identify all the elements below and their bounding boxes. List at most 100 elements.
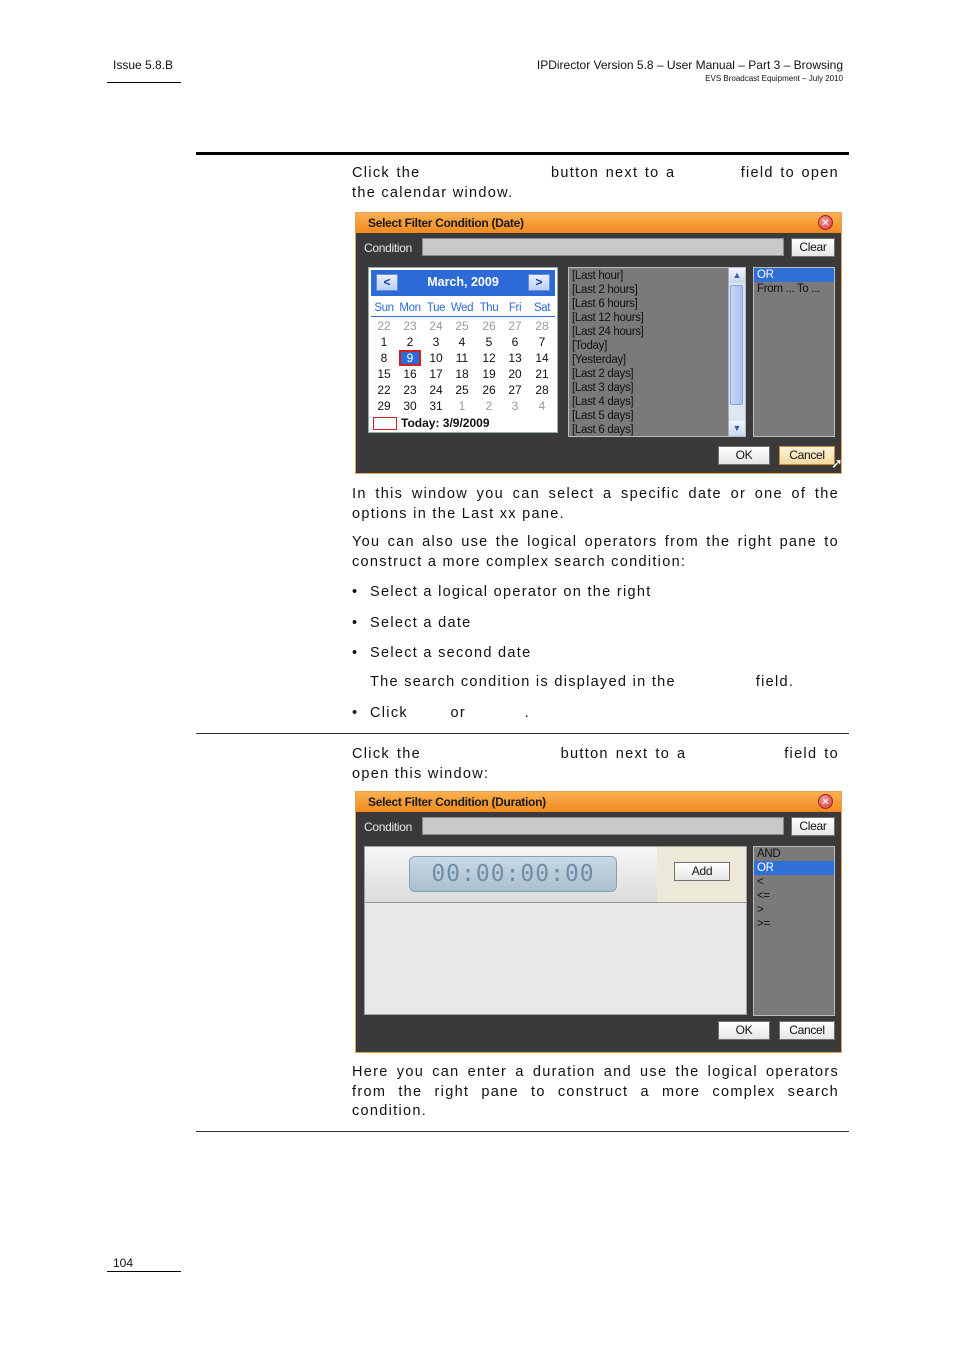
weekday-label: Thu (479, 302, 499, 314)
next-month-button[interactable]: > (528, 274, 550, 291)
table-top-rule (196, 152, 849, 155)
calendar-day[interactable]: 26 (476, 318, 502, 334)
calendar-day[interactable]: 25 (449, 318, 475, 334)
calendar-day[interactable]: 16 (397, 366, 423, 382)
calendar-day[interactable]: 10 (423, 350, 449, 366)
operator-item[interactable]: > (754, 903, 834, 917)
calendar-day[interactable]: 1 (371, 334, 397, 350)
table-row-divider (196, 733, 849, 734)
last-option-item[interactable]: [Last 6 hours] (569, 297, 745, 311)
calendar-day[interactable]: 22 (371, 318, 397, 334)
calendar-day[interactable]: 6 (502, 334, 528, 350)
timecode-input[interactable]: 00:00:00:00 (409, 856, 617, 892)
calendar-day[interactable]: 22 (371, 382, 397, 398)
last-option-item[interactable]: [Last 24 hours] (569, 325, 745, 339)
calendar-day[interactable]: 19 (476, 366, 502, 382)
operators-pane[interactable]: OR From ... To ... (753, 267, 835, 437)
today-marker-icon (373, 417, 397, 431)
calendar-day[interactable]: 26 (476, 382, 502, 398)
calendar-day[interactable]: 4 (449, 334, 475, 350)
calendar-day[interactable]: 24 (423, 382, 449, 398)
last-option-item[interactable]: [Last hour] (569, 269, 745, 283)
calendar-day[interactable]: 31 (423, 398, 449, 414)
bullet-item: • Select a date (352, 615, 472, 631)
calendar-day[interactable]: 29 (371, 398, 397, 414)
add-button[interactable]: Add (674, 862, 730, 881)
calendar-day[interactable]: 4 (529, 398, 555, 414)
calendar-day[interactable]: 23 (397, 382, 423, 398)
condition-input[interactable] (422, 817, 784, 835)
last-option-item[interactable]: [Today] (569, 339, 745, 353)
row2-intro-line1: Click the button next to a field to (352, 746, 839, 762)
calendar-day[interactable]: 28 (529, 382, 555, 398)
table-bottom-rule (196, 1131, 849, 1132)
calendar-day[interactable]: 9 (399, 350, 421, 366)
last-option-item[interactable]: [Yesterday] (569, 353, 745, 367)
operator-item[interactable]: OR (754, 861, 834, 875)
calendar-day[interactable]: 20 (502, 366, 528, 382)
operators-pane[interactable]: AND OR < <= > >= (753, 846, 835, 1016)
calendar-day[interactable]: 3 (502, 398, 528, 414)
calendar-day[interactable]: 8 (371, 350, 397, 366)
operator-item[interactable]: < (754, 875, 834, 889)
operator-item[interactable]: <= (754, 889, 834, 903)
page-number: 104 (113, 1256, 134, 1270)
calendar-day[interactable]: 21 (529, 366, 555, 382)
operator-item[interactable]: OR (754, 268, 834, 282)
last-option-item[interactable]: [Last 12 hours] (569, 311, 745, 325)
calendar-day[interactable]: 2 (476, 398, 502, 414)
calendar-day[interactable]: 14 (529, 350, 555, 366)
calendar-day[interactable]: 15 (371, 366, 397, 382)
scroll-up-icon[interactable]: ▲ (729, 268, 745, 283)
calendar-day[interactable]: 12 (476, 350, 502, 366)
calendar-day[interactable]: 5 (476, 334, 502, 350)
condition-input[interactable] (422, 238, 784, 256)
calendar-day[interactable]: 27 (502, 318, 528, 334)
operator-item[interactable]: >= (754, 917, 834, 931)
calendar-day[interactable]: 23 (397, 318, 423, 334)
row2-intro: Click the button next to a field to open… (352, 744, 839, 784)
ok-button[interactable]: OK (718, 446, 770, 465)
calendar-day[interactable]: 11 (449, 350, 475, 366)
weekday-label: Sat (533, 302, 551, 314)
calendar-day[interactable]: 25 (449, 382, 475, 398)
clear-button[interactable]: Clear (791, 817, 835, 836)
calendar-day[interactable]: 7 (529, 334, 555, 350)
calendar-day[interactable]: 17 (423, 366, 449, 382)
bullet-item: • Select a second date (352, 645, 532, 661)
today-link[interactable]: Today: 3/9/2009 (373, 416, 490, 431)
last-options-pane[interactable]: [Last hour] [Last 2 hours] [Last 6 hours][… (568, 267, 746, 437)
close-icon[interactable]: ✕ (818, 794, 833, 809)
scroll-thumb[interactable] (730, 285, 743, 405)
last-option-item[interactable]: [Last 6 days] (569, 423, 745, 436)
cancel-button[interactable]: Cancel (779, 1021, 835, 1040)
calendar-day[interactable]: 3 (423, 334, 449, 350)
calendar-day[interactable]: 2 (397, 334, 423, 350)
last-option-item[interactable]: [Last 3 days] (569, 381, 745, 395)
calendar-day[interactable]: 1 (449, 398, 475, 414)
close-icon[interactable]: ✕ (818, 215, 833, 230)
row2-para: Here you can enter a duration and use th… (352, 1063, 839, 1122)
operator-item[interactable]: From ... To ... (754, 282, 834, 296)
calendar-day[interactable]: 27 (502, 382, 528, 398)
last-option-item[interactable]: [Last 2 hours] (569, 283, 745, 297)
ok-button[interactable]: OK (718, 1021, 770, 1040)
weekday-label: Wed (450, 302, 474, 314)
row2-intro-line2: open this window: (352, 766, 490, 782)
clear-button[interactable]: Clear (791, 238, 835, 257)
calendar-day[interactable]: 30 (397, 398, 423, 414)
calendar-day[interactable]: 13 (502, 350, 528, 366)
operator-item[interactable]: AND (754, 847, 834, 861)
calendar-day[interactable]: 24 (423, 318, 449, 334)
row2-para-line3: condition. (352, 1103, 428, 1119)
last-option-item[interactable]: [Last 4 days] (569, 395, 745, 409)
last-option-item[interactable]: [Last 2 days] (569, 367, 745, 381)
document-header: IPDirector Version 5.8 – User Manual – P… (537, 58, 843, 83)
scroll-down-icon[interactable]: ▼ (729, 421, 745, 436)
row1-intro: Click the button next to a field to open… (352, 163, 839, 203)
scrollbar[interactable]: ▲ ▼ (728, 268, 745, 436)
cancel-button[interactable]: Cancel (779, 446, 835, 465)
calendar-day[interactable]: 18 (449, 366, 475, 382)
calendar-day[interactable]: 28 (529, 318, 555, 334)
last-option-item[interactable]: [Last 5 days] (569, 409, 745, 423)
